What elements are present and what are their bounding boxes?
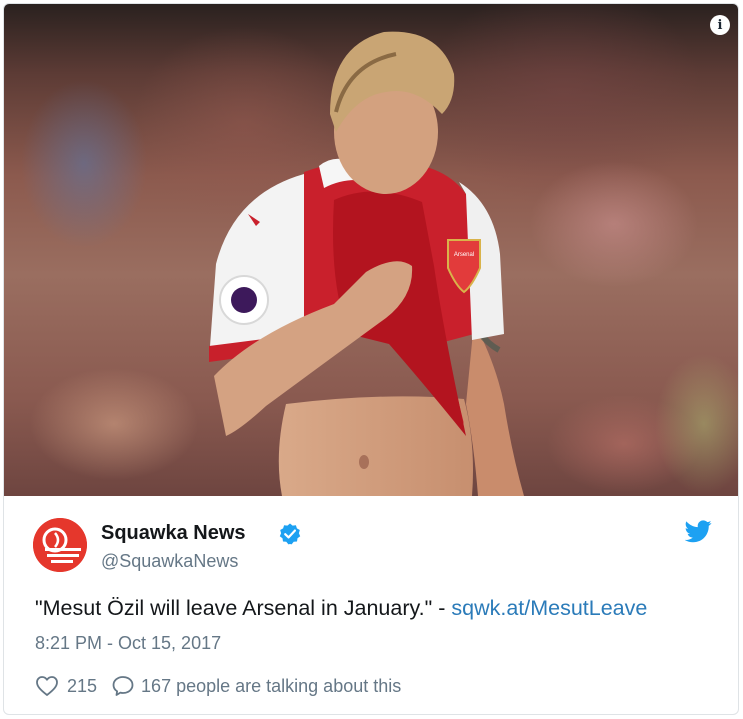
embedded-tweet-card[interactable]: Arsenal i Squawka News @SquawkaNews bbox=[3, 3, 739, 715]
tweet-photo[interactable]: Arsenal i bbox=[4, 4, 739, 496]
player-illustration: Arsenal bbox=[4, 4, 739, 496]
like-action[interactable]: 215 bbox=[35, 674, 97, 698]
info-glyph: i bbox=[718, 19, 723, 32]
tweet-timestamp[interactable]: 8:21 PM - Oct 15, 2017 bbox=[35, 633, 221, 654]
info-icon[interactable]: i bbox=[710, 15, 730, 35]
tweet-link[interactable]: sqwk.at/MesutLeave bbox=[451, 596, 647, 620]
tweet-actions: 215 167 people are talking about this bbox=[35, 673, 401, 699]
svg-text:Arsenal: Arsenal bbox=[454, 252, 474, 258]
tweet-quote: "Mesut Özil will leave Arsenal in Januar… bbox=[35, 596, 451, 620]
reply-action[interactable]: 167 people are talking about this bbox=[97, 674, 401, 698]
like-count: 215 bbox=[67, 676, 97, 697]
author-name[interactable]: Squawka News bbox=[101, 522, 246, 545]
tweet-body: Squawka News @SquawkaNews "Mesut Özil wi… bbox=[4, 496, 739, 715]
twitter-bird-icon[interactable] bbox=[685, 520, 712, 543]
author-handle[interactable]: @SquawkaNews bbox=[101, 551, 238, 572]
reply-count-text: 167 people are talking about this bbox=[141, 676, 401, 697]
speech-bubble-icon bbox=[111, 674, 135, 698]
verified-badge-icon bbox=[278, 522, 302, 546]
tweet-text: "Mesut Özil will leave Arsenal in Januar… bbox=[35, 596, 647, 621]
author-avatar[interactable] bbox=[33, 518, 87, 572]
squawka-logo bbox=[33, 518, 87, 572]
heart-icon bbox=[35, 674, 59, 698]
